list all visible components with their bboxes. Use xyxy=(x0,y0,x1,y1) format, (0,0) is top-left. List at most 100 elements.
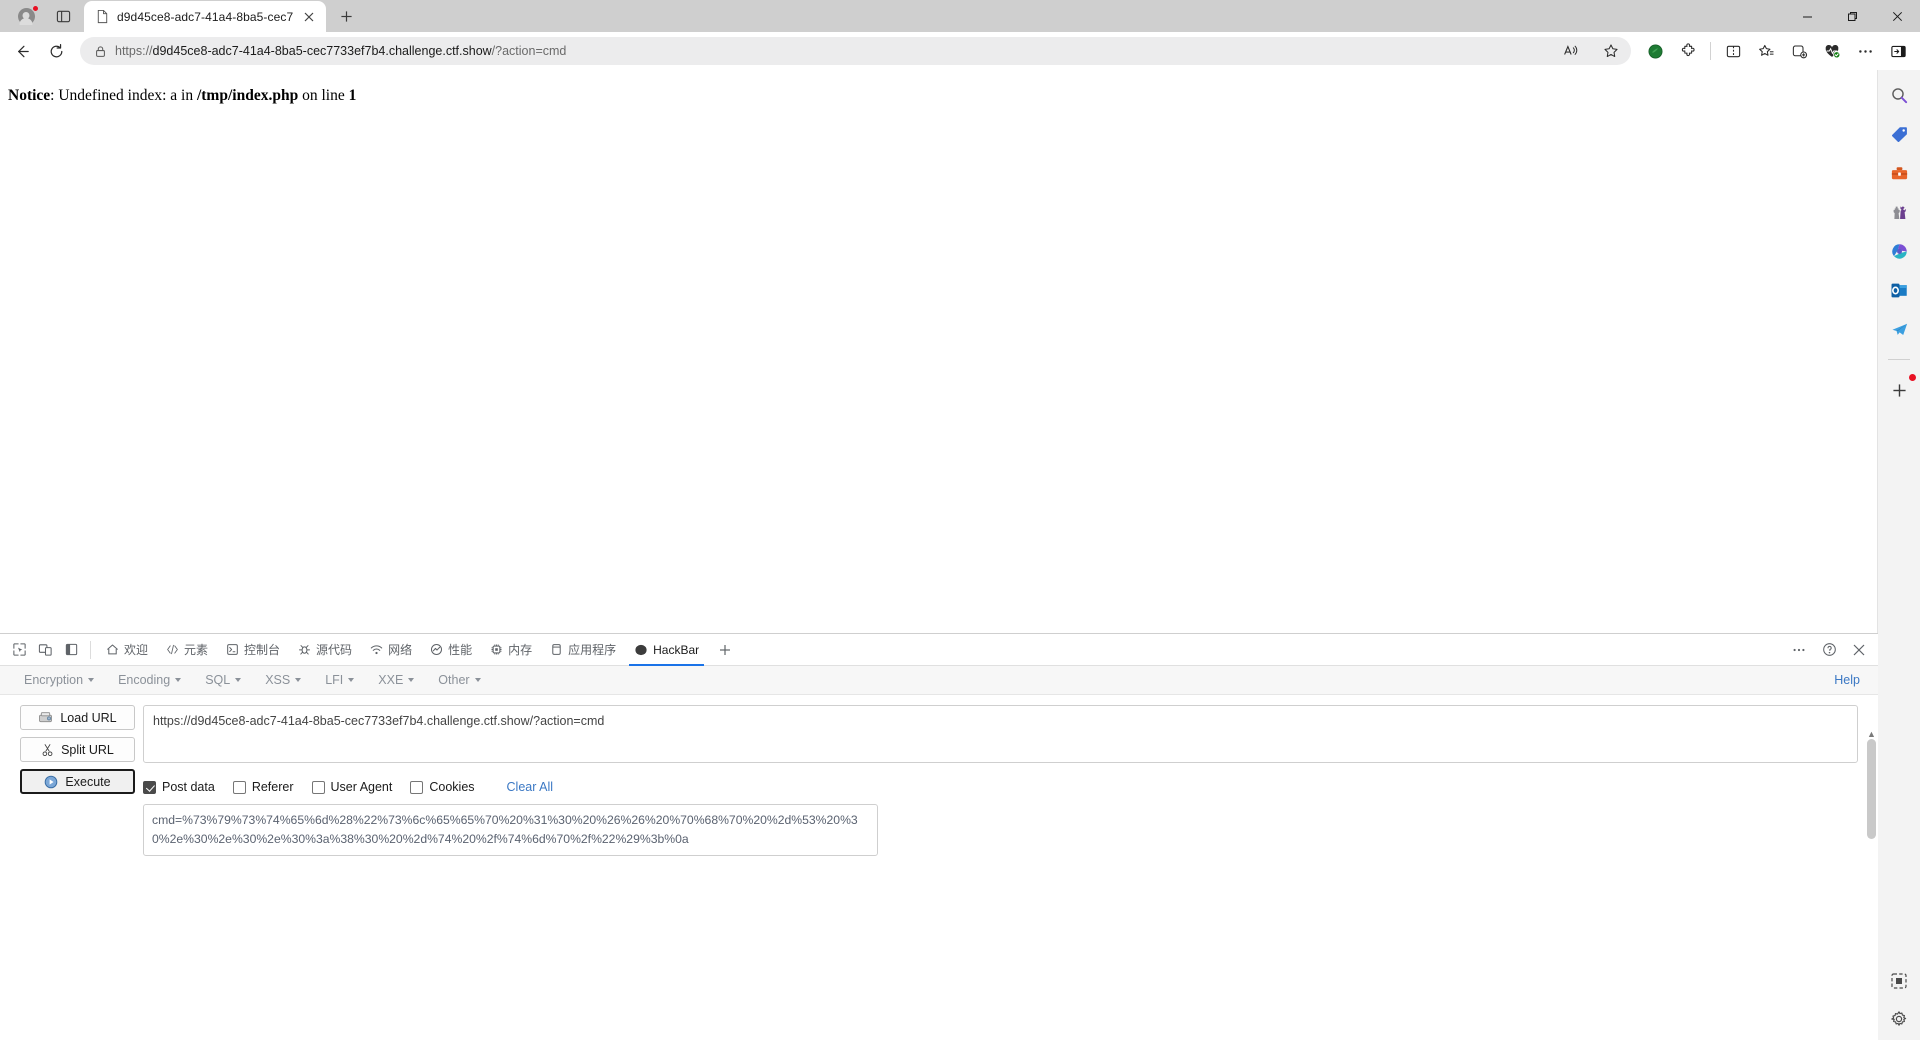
scrollbar-thumb[interactable] xyxy=(1867,739,1876,839)
hackbar-menu-encryption[interactable]: Encryption xyxy=(14,670,104,690)
hackbar-help-link[interactable]: Help xyxy=(1834,673,1860,687)
devtools-tab-application[interactable]: 应用程序 xyxy=(541,634,625,666)
hackbar-menu-sql[interactable]: SQL xyxy=(195,670,251,690)
device-toolbar-button[interactable] xyxy=(32,637,58,663)
devtools-tab-console[interactable]: 控制台 xyxy=(217,634,289,666)
menu-label: LFI xyxy=(325,673,344,687)
extension-green-button[interactable] xyxy=(1639,35,1671,67)
telegram-icon[interactable] xyxy=(1886,316,1912,342)
tab-overview-button[interactable] xyxy=(46,1,80,31)
devtools-tab-memory[interactable]: 内存 xyxy=(481,634,541,666)
hackbar-menu-other[interactable]: Other xyxy=(428,670,490,690)
refresh-button[interactable] xyxy=(40,35,72,67)
devtools-tab-elements[interactable]: 元素 xyxy=(157,634,217,666)
browser-essentials-button[interactable] xyxy=(1816,35,1848,67)
hackbar-menu-lfi[interactable]: LFI xyxy=(315,670,364,690)
devtools-tab-sources[interactable]: 源代码 xyxy=(289,634,361,666)
menu-label: XXE xyxy=(378,673,404,687)
scroll-up-arrow[interactable]: ▲ xyxy=(1867,729,1876,739)
read-aloud-button[interactable] xyxy=(1555,35,1587,67)
referer-checkbox[interactable]: Referer xyxy=(232,780,294,794)
devtools-more-options-button[interactable] xyxy=(1786,637,1812,663)
split-screen-button[interactable] xyxy=(1717,35,1749,67)
url-path: /?action=cmd xyxy=(491,44,567,58)
devtools-tab-label: 欢迎 xyxy=(124,643,149,657)
notice-online: on line xyxy=(298,87,349,104)
shopping-tag-icon[interactable] xyxy=(1886,121,1912,147)
sidebar-capture-icon[interactable] xyxy=(1886,968,1912,994)
devtools-tab-welcome[interactable]: 欢迎 xyxy=(97,634,157,666)
checkbox-box xyxy=(143,780,156,794)
microsoft365-icon[interactable] xyxy=(1886,238,1912,264)
star-icon xyxy=(1604,44,1618,58)
collections-button[interactable] xyxy=(1783,35,1815,67)
devtools-tab-network[interactable]: 网络 xyxy=(361,634,421,666)
extensions-button[interactable] xyxy=(1672,35,1704,67)
favorites-star-list-icon xyxy=(1758,44,1773,56)
devtools-tab-performance[interactable]: 性能 xyxy=(421,634,481,666)
execute-button[interactable]: Execute xyxy=(20,769,135,794)
hackbar-button-column: Load URL Split URL Execute xyxy=(20,705,135,861)
network-icon xyxy=(370,645,383,655)
devtools-tab-label: 性能 xyxy=(448,643,473,657)
menu-label: XSS xyxy=(265,673,291,687)
sidebar-settings-icon[interactable] xyxy=(1886,1006,1912,1032)
dock-side-button[interactable] xyxy=(58,637,84,663)
search-icon[interactable] xyxy=(1886,82,1912,108)
browser-window: d9d45ce8-adc7-41a4-8ba5-cec7 https://d9d… xyxy=(0,0,1920,1040)
avatar-notification-dot xyxy=(32,5,39,12)
new-tab-button[interactable] xyxy=(331,1,361,31)
split-url-icon xyxy=(42,743,53,756)
settings-and-more-button[interactable] xyxy=(1849,35,1881,67)
hackbar-main-row: Load URL Split URL Execute https://d9d45… xyxy=(0,705,1878,861)
help-icon xyxy=(1822,643,1836,656)
devtools-tab-hackbar[interactable]: HackBar xyxy=(625,634,708,666)
hackbar-menu-xss[interactable]: XSS xyxy=(255,670,311,690)
close-icon[interactable] xyxy=(300,8,318,26)
devtools-more-tabs-button[interactable] xyxy=(712,637,738,663)
chevron-down-icon xyxy=(408,678,415,682)
devtools-tab-label: 控制台 xyxy=(244,643,281,657)
url-input[interactable] xyxy=(143,705,1858,763)
tools-icon[interactable] xyxy=(1886,160,1912,186)
cookies-checkbox[interactable]: Cookies xyxy=(410,780,475,794)
hackbar-menu-encoding[interactable]: Encoding xyxy=(108,670,191,690)
back-button[interactable] xyxy=(6,35,38,67)
minimize-button[interactable] xyxy=(1785,0,1830,32)
favorites-button[interactable] xyxy=(1750,35,1782,67)
plus-icon xyxy=(720,644,731,655)
close-window-button[interactable] xyxy=(1875,0,1920,32)
address-bar[interactable]: https://d9d45ce8-adc7-41a4-8ba5-cec7733e… xyxy=(80,37,1631,65)
devtools-divider xyxy=(90,640,91,659)
toolbar-actions xyxy=(1639,35,1914,67)
memory-icon xyxy=(491,644,502,655)
user-agent-checkbox[interactable]: User Agent xyxy=(311,780,392,794)
menu-label: Encoding xyxy=(118,673,171,687)
sidebar-add-button[interactable] xyxy=(1886,374,1916,403)
hackbar-menu-bar: Encryption Encoding SQL XSS LFI XXE Othe… xyxy=(0,666,1878,695)
devtools-help-button[interactable] xyxy=(1816,637,1842,663)
split-url-button[interactable]: Split URL xyxy=(20,737,135,762)
hackbar-scrollbar[interactable]: ▲ xyxy=(1867,729,1876,1029)
maximize-button[interactable] xyxy=(1830,0,1875,32)
post-data-checkbox[interactable]: Post data xyxy=(143,780,215,794)
post-data-input[interactable] xyxy=(143,804,878,856)
chevron-down-icon xyxy=(348,678,355,682)
clear-all-link[interactable]: Clear All xyxy=(507,780,554,794)
devtools-tab-bar: 欢迎 元素 控制台 源代码 网络 性能 内存 应用程序 HackBar xyxy=(0,634,1878,666)
sidebar-toggle-button[interactable] xyxy=(1882,35,1914,67)
arrow-left-icon xyxy=(17,45,29,57)
favorite-button[interactable] xyxy=(1595,35,1627,67)
profile-avatar[interactable] xyxy=(6,1,46,31)
games-icon[interactable] xyxy=(1886,199,1912,225)
hackbar-menu-xxe[interactable]: XXE xyxy=(368,670,424,690)
browser-tab[interactable]: d9d45ce8-adc7-41a4-8ba5-cec7 xyxy=(84,1,327,32)
hackbar-checkbox-row: Post data Referer User Agent Cookies Cle… xyxy=(143,768,1858,794)
load-url-button[interactable]: Load URL xyxy=(20,705,135,730)
inspect-element-button[interactable] xyxy=(6,637,32,663)
devtools-close-button[interactable] xyxy=(1846,637,1872,663)
read-aloud-icon xyxy=(1564,45,1578,55)
lock-icon xyxy=(90,45,107,58)
outlook-icon[interactable] xyxy=(1886,277,1912,303)
devtools-tab-label: 应用程序 xyxy=(568,643,617,657)
